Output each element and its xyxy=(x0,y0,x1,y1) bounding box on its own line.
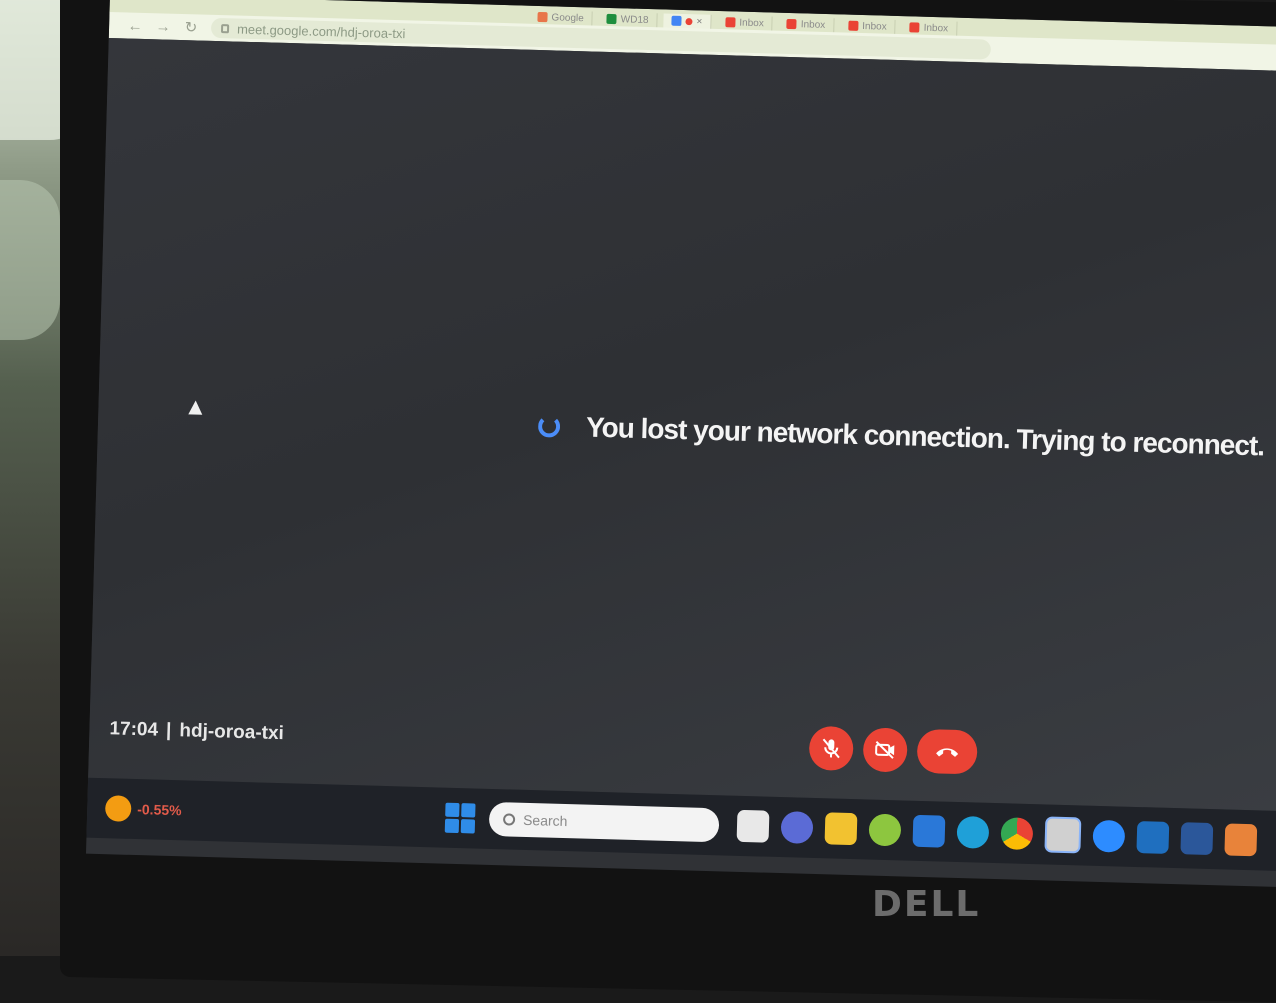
gmail-icon xyxy=(725,17,735,27)
tab-label: WD18 xyxy=(621,14,649,26)
reconnect-message: You lost your network connection. Trying… xyxy=(586,411,1265,462)
gmail-icon xyxy=(848,21,858,31)
word-icon[interactable] xyxy=(1180,822,1213,855)
screen: Google WD18 × Inbox Inbox Inbox Inbox ← xyxy=(86,0,1276,887)
call-controls xyxy=(809,726,978,775)
meeting-code: hdj-oroa-txi xyxy=(179,720,284,745)
hang-up-icon xyxy=(934,744,960,759)
tab-label: Google xyxy=(551,12,584,24)
tab-label: Inbox xyxy=(862,21,887,33)
meeting-info: 17:04 | hdj-oroa-txi xyxy=(109,718,284,745)
meet-icon xyxy=(671,16,681,26)
window-light xyxy=(0,180,60,340)
meeting-info-separator: | xyxy=(166,720,172,742)
tab-label: Inbox xyxy=(801,19,826,31)
weather-text: -0.55% xyxy=(137,801,182,818)
meeting-time: 17:04 xyxy=(109,718,158,741)
back-icon[interactable]: ← xyxy=(127,17,143,34)
gmail-icon xyxy=(787,19,797,29)
store-icon[interactable] xyxy=(913,815,946,848)
taskbar-apps xyxy=(737,808,1258,859)
app-icon[interactable] xyxy=(869,814,902,847)
chat-icon[interactable] xyxy=(781,811,814,844)
camera-off-icon xyxy=(874,740,897,761)
chrome-icon[interactable] xyxy=(1000,817,1033,850)
monitor-brand-logo: DELL xyxy=(872,884,980,925)
search-placeholder: Search xyxy=(523,812,568,829)
weather-widget[interactable]: -0.55% xyxy=(105,795,436,830)
mic-off-icon xyxy=(821,737,842,760)
recording-dot-icon xyxy=(685,18,692,25)
weather-icon xyxy=(105,795,132,822)
app-icon[interactable] xyxy=(1224,823,1257,856)
mouse-cursor-icon xyxy=(188,400,202,414)
close-icon[interactable]: × xyxy=(696,16,702,27)
url-text: meet.google.com/hdj-oroa-txi xyxy=(237,21,406,41)
windows-logo-icon xyxy=(445,803,459,817)
tab-label: Inbox xyxy=(739,17,764,29)
chrome-profile-icon[interactable] xyxy=(1044,816,1081,853)
file-explorer-icon[interactable] xyxy=(825,812,858,845)
loading-spinner-icon xyxy=(538,415,561,438)
forward-icon[interactable]: → xyxy=(155,18,171,35)
edge-icon[interactable] xyxy=(956,816,989,849)
mic-toggle-button[interactable] xyxy=(809,726,854,771)
gmail-icon xyxy=(910,22,920,32)
task-view-icon[interactable] xyxy=(737,810,770,843)
reload-icon[interactable]: ↻ xyxy=(183,18,199,36)
tab-label: Inbox xyxy=(924,22,949,34)
google-icon xyxy=(537,12,547,22)
zoom-icon[interactable] xyxy=(1092,820,1125,853)
search-icon xyxy=(503,813,515,825)
vscode-icon[interactable] xyxy=(1136,821,1169,854)
lock-icon xyxy=(221,24,229,33)
reconnect-banner: You lost your network connection. Trying… xyxy=(538,410,1265,462)
leave-call-button[interactable] xyxy=(917,729,978,775)
meet-stage: You lost your network connection. Trying… xyxy=(88,38,1276,811)
taskbar-search[interactable]: Search xyxy=(489,802,720,842)
start-button[interactable] xyxy=(445,803,476,834)
camera-toggle-button[interactable] xyxy=(863,727,908,772)
sheets-icon xyxy=(607,14,617,24)
